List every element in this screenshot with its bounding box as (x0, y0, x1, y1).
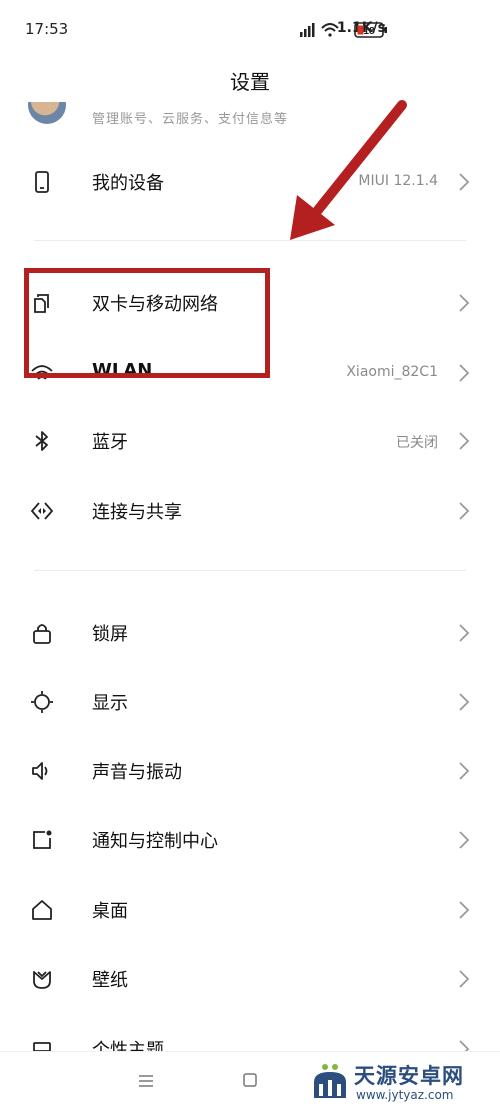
watermark: 天源安卓网 www.jytyaz.com (308, 1058, 498, 1108)
row-label: 我的设备 (92, 173, 164, 194)
chevron-right-icon (459, 502, 470, 520)
page-title: 设置 (230, 70, 270, 94)
row-label: 连接与共享 (92, 502, 182, 523)
highlight-box (24, 268, 270, 378)
settings-row-lock-screen[interactable]: 锁屏 (0, 600, 500, 666)
status-bar: 17:53 1.1K/s 18 (0, 0, 500, 60)
wallpaper-icon (33, 971, 51, 989)
bluetooth-icon (35, 431, 48, 451)
sound-icon (32, 762, 48, 780)
chevron-right-icon (459, 173, 470, 191)
row-label: 通知与控制中心 (92, 831, 218, 852)
row-label: 显示 (92, 693, 128, 714)
phone-icon (35, 171, 49, 193)
watermark-title: 天源安卓网 (354, 1064, 464, 1088)
chevron-right-icon (459, 624, 470, 642)
display-icon (31, 691, 53, 713)
lock-icon (33, 624, 51, 644)
row-value: MIUI 12.1.4 (358, 173, 438, 189)
account-row[interactable]: 管理账号、云服务、支付信息等 (0, 102, 500, 132)
section-divider (34, 570, 466, 571)
settings-row-notifications[interactable]: 通知与控制中心 (0, 807, 500, 873)
account-subtitle: 管理账号、云服务、支付信息等 (92, 112, 289, 127)
avatar (28, 102, 66, 124)
android-logo-icon (314, 1064, 346, 1098)
chevron-right-icon (459, 364, 470, 382)
settings-row-my-device[interactable]: 我的设备 MIUI 12.1.4 (0, 149, 500, 215)
chevron-right-icon (459, 901, 470, 919)
chevron-right-icon (459, 831, 470, 849)
settings-row-bluetooth[interactable]: 蓝牙 已关闭 (0, 408, 500, 474)
section-divider (34, 240, 466, 241)
chevron-right-icon (459, 970, 470, 988)
row-value: Xiaomi_82C1 (346, 364, 438, 380)
row-label: 桌面 (92, 901, 128, 922)
settings-row-sound-vibration[interactable]: 声音与振动 (0, 738, 500, 804)
row-label: 蓝牙 (92, 432, 128, 453)
status-time: 17:53 (25, 20, 69, 38)
watermark-url: www.jytyaz.com (356, 1088, 454, 1102)
settings-row-wallpaper[interactable]: 壁纸 (0, 946, 500, 1012)
settings-row-connection-sharing[interactable]: 连接与共享 (0, 478, 500, 544)
settings-row-display[interactable]: 显示 (0, 669, 500, 735)
row-label: 声音与振动 (92, 762, 182, 783)
chevron-right-icon (459, 762, 470, 780)
chevron-right-icon (459, 693, 470, 711)
settings-row-home-screen[interactable]: 桌面 (0, 877, 500, 943)
share-icon (30, 502, 54, 520)
home-button-icon[interactable] (242, 1072, 258, 1088)
battery-icon: 18 (354, 22, 387, 38)
battery-level: 18 (363, 26, 375, 37)
row-label: 锁屏 (92, 624, 128, 645)
row-label: 壁纸 (92, 970, 128, 991)
menu-icon[interactable] (138, 1074, 154, 1088)
row-value: 已关闭 (396, 435, 438, 451)
chevron-right-icon (459, 294, 470, 312)
chevron-right-icon (459, 432, 470, 450)
home-icon (32, 900, 52, 920)
signal-icon (300, 23, 315, 37)
notification-icon (33, 830, 52, 849)
wifi-status-icon (321, 23, 339, 37)
status-icons: 18 (300, 22, 387, 38)
